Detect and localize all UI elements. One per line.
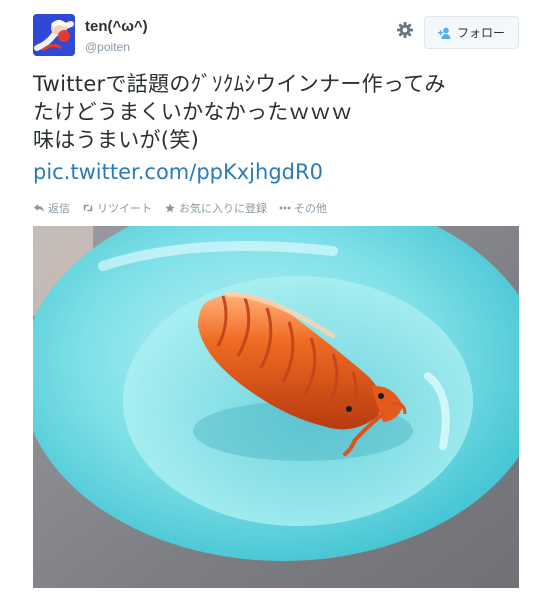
favorite-button[interactable]: お気に入りに登録 <box>164 200 267 216</box>
avatar[interactable] <box>33 14 75 56</box>
tweet-text-line: Twitterで話題のｸﾞｿｸﾑｼウインナー作ってみ <box>33 72 446 96</box>
retweet-button[interactable]: リツイート <box>82 200 152 216</box>
retweet-label: リツイート <box>97 202 152 215</box>
more-label: その他 <box>294 202 327 215</box>
more-icon <box>279 206 291 210</box>
star-icon <box>165 203 175 213</box>
favorite-label: お気に入りに登録 <box>179 202 267 215</box>
retweet-icon <box>82 204 94 212</box>
reply-button[interactable]: 返信 <box>33 200 70 216</box>
tweet-actions: 返信 リツイート お気に入りに登録 その他 <box>33 200 327 216</box>
tweet-text-line: たけどうまくいかなかったｗｗｗ <box>33 100 353 124</box>
user-handle[interactable]: @poiten <box>85 40 130 54</box>
follow-button[interactable]: フォロー <box>424 16 519 49</box>
display-name[interactable]: ten(^ω^) <box>85 18 148 35</box>
tweet-header: ten(^ω^) @poiten フォロー <box>33 14 519 60</box>
more-button[interactable]: その他 <box>279 200 327 216</box>
gear-icon[interactable] <box>395 20 415 40</box>
reply-icon <box>34 204 44 212</box>
reply-label: 返信 <box>48 202 70 215</box>
tweet-media-link[interactable]: pic.twitter.com/ppKxjhgdR0 <box>33 160 323 184</box>
tweet-text: Twitterで話題のｸﾞｿｸﾑｼウインナー作ってみ たけどうまくいかなかったｗ… <box>33 70 513 154</box>
tweet-photo[interactable] <box>33 226 519 588</box>
person-add-icon <box>437 27 451 39</box>
follow-label: フォロー <box>456 26 505 40</box>
tweet-text-line: 味はうまいが(笑) <box>33 128 200 152</box>
